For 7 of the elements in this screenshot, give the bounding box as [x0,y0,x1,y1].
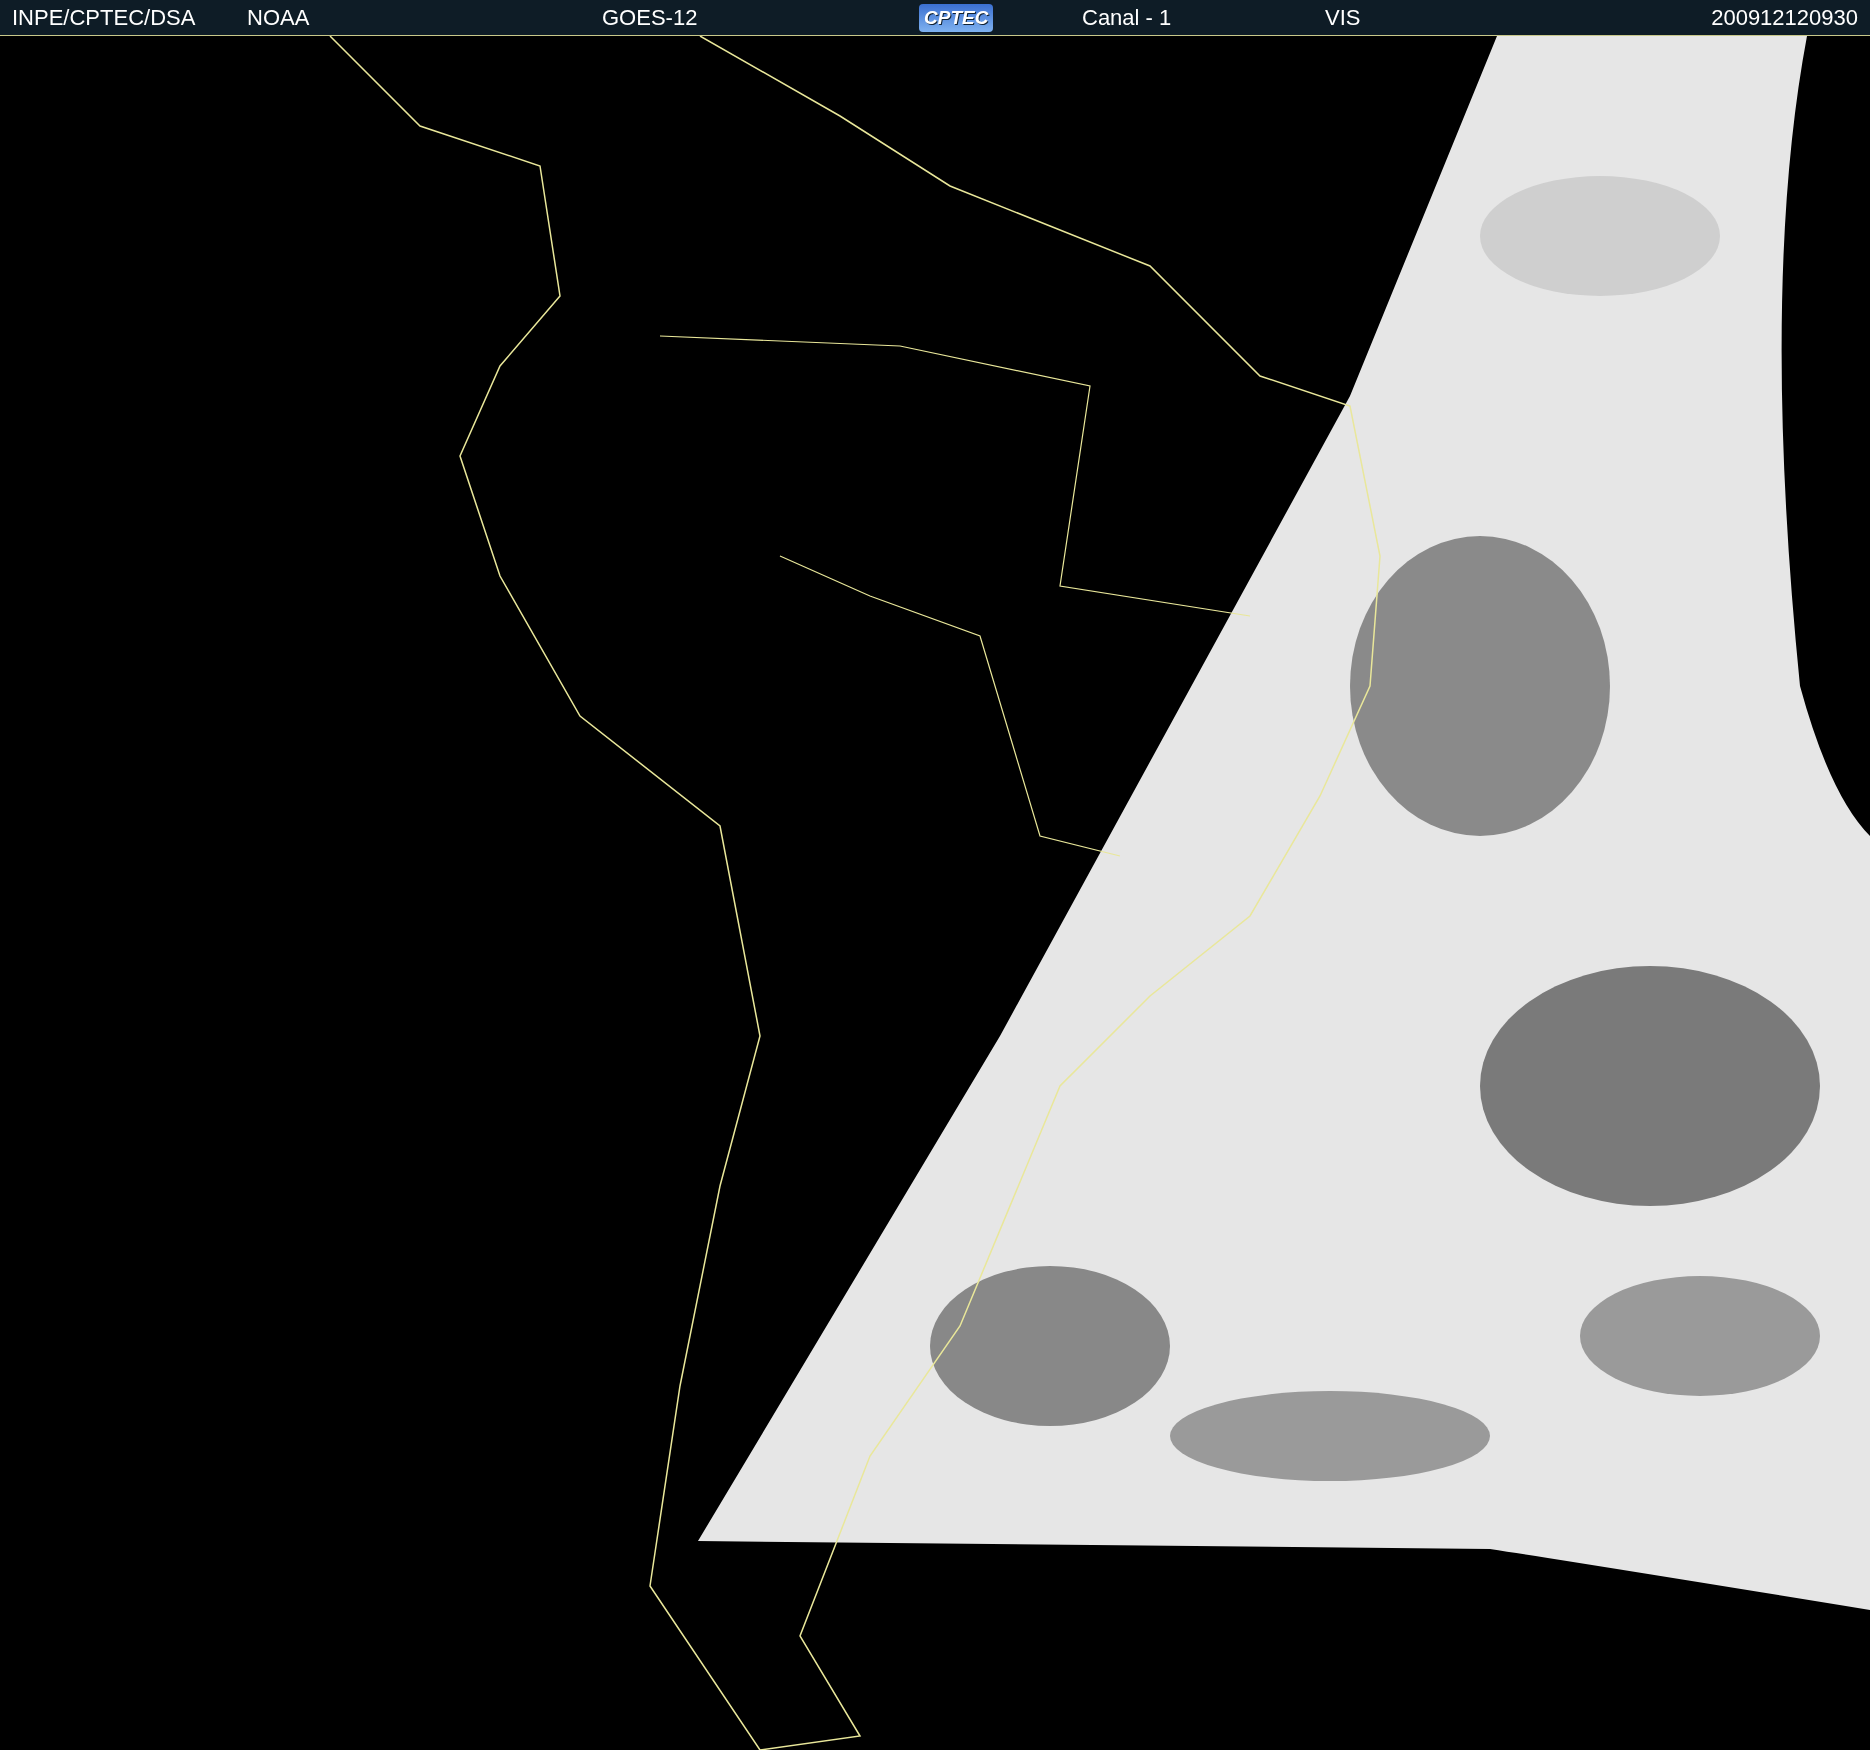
header-label: NOAA [247,4,311,31]
header-label: Canal - 1 [1082,4,1173,31]
header-label: GOES-12 [602,4,699,31]
header-label: VIS [1325,4,1362,31]
header-label: 200912120930 [1711,4,1858,31]
logo: CPTEC [919,3,994,32]
header-label: INPE/CPTEC/DSA [12,4,197,31]
